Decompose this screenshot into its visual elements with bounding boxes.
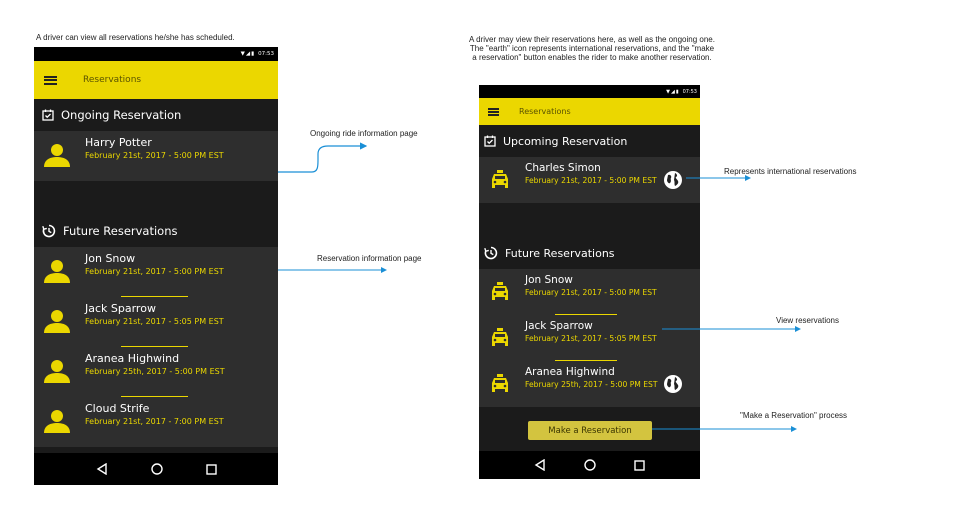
connector-ongoing <box>278 142 368 173</box>
connector-lines <box>278 142 801 432</box>
